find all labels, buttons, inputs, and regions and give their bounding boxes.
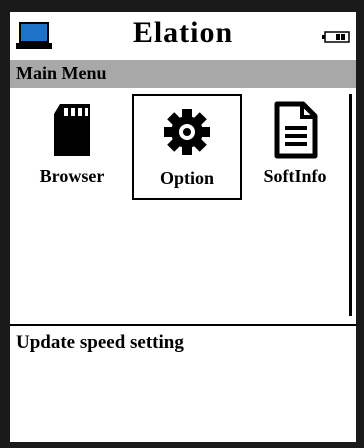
menu-header: Main Menu (10, 60, 356, 88)
menu-item-option[interactable]: Option (132, 94, 242, 200)
app-title: Elation (132, 16, 234, 49)
battery-icon (322, 31, 350, 43)
menu-item-label: Browser (39, 166, 105, 186)
gear-icon (164, 109, 210, 155)
device-screen: Elation Main Menu Browser Option SoftInf… (10, 12, 356, 442)
title-bar: Elation (10, 12, 356, 60)
menu-item-label: SoftInfo (263, 166, 327, 186)
menu-item-softinfo[interactable]: SoftInfo (248, 94, 342, 200)
info-text: Update speed setting (16, 332, 184, 353)
menu-grid: Browser Option SoftInfo (10, 88, 356, 324)
menu-item-label: Option (159, 168, 215, 188)
scrollbar[interactable] (349, 94, 352, 316)
info-panel: Update speed setting (10, 326, 356, 442)
document-icon (274, 101, 318, 159)
menu-item-browser[interactable]: Browser (18, 94, 126, 200)
menu-heading: Main Menu (16, 63, 107, 83)
sd-card-icon (54, 104, 90, 156)
